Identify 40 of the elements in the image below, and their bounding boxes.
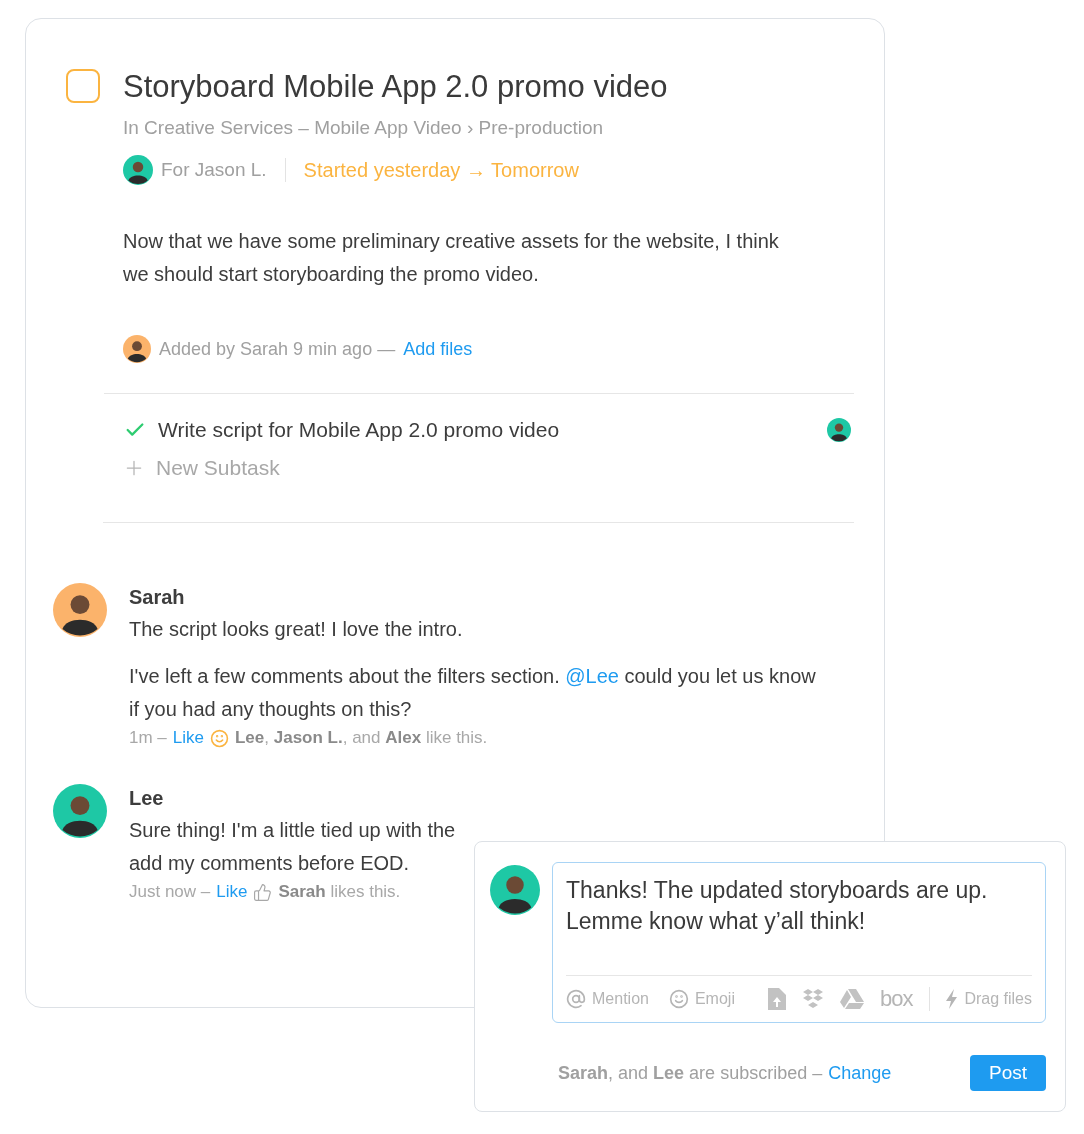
comment-author: Sarah	[129, 585, 186, 610]
date-range: Started yesterday → Tomorrow	[303, 158, 579, 182]
comment-time: Just now –	[129, 882, 211, 902]
task-description: Now that we have some preliminary creative assets for the website, I think we should start storyboarding the promo video.	[123, 229, 780, 287]
task-title: Storyboard Mobile App 2.0 promo video	[123, 68, 669, 106]
avatar	[123, 155, 153, 185]
drag-files-button[interactable]: Drag files	[944, 988, 1032, 1009]
smiley-icon	[210, 728, 229, 748]
comment-text: I've left a few comments about the filters section. @Lee could you let us know if you had any thoughts on this?	[129, 664, 817, 722]
task-checkbox[interactable]	[66, 69, 100, 103]
post-button[interactable]: Post	[970, 1055, 1046, 1091]
likes-text: Lee, Jason L., and Alex like this.	[235, 728, 488, 748]
subtask-label: Write script for Mobile App 2.0 promo video	[158, 418, 561, 442]
avatar	[490, 865, 540, 915]
likes-text: Sarah likes this.	[278, 882, 401, 902]
box-button[interactable]: box	[876, 985, 916, 1012]
added-by-text: Added by Sarah 9 min ago —	[159, 338, 396, 360]
like-link[interactable]: Like	[216, 882, 248, 902]
add-files-link[interactable]: Add files	[403, 338, 473, 360]
comment-time: 1m –	[129, 728, 167, 748]
like-link[interactable]: Like	[172, 728, 204, 748]
breadcrumb: In Creative Services – Mobile App Video › Pre-production	[123, 117, 605, 139]
comment-field[interactable]: Thanks! The updated storyboards are up. Lemme know what y’all think! Mention Emoji box Drag files	[552, 862, 1046, 1023]
assignee: For Jason L.	[161, 159, 267, 181]
comment-text: Sure thing! I'm a little tied up with the add my comments before EOD.	[129, 818, 457, 876]
plus-icon	[124, 458, 144, 478]
lightning-icon	[944, 988, 959, 1009]
comment-author: Lee	[129, 786, 165, 811]
avatar	[123, 335, 151, 363]
emoji-button[interactable]: Emoji	[668, 988, 735, 1009]
change-link[interactable]: Change	[828, 1062, 892, 1084]
comment-text: The script looks great! I love the intro.	[129, 617, 464, 642]
new-subtask-button[interactable]: New Subtask	[124, 456, 851, 480]
smiley-icon	[668, 988, 689, 1009]
subscribers-text: Sarah, and Lee are subscribed –	[558, 1062, 823, 1084]
mention-button[interactable]: Mention	[566, 988, 649, 1009]
thumbs-up-icon	[253, 882, 273, 902]
avatar	[827, 418, 851, 442]
at-icon	[566, 988, 586, 1009]
mention-link[interactable]: @Lee	[565, 665, 619, 687]
